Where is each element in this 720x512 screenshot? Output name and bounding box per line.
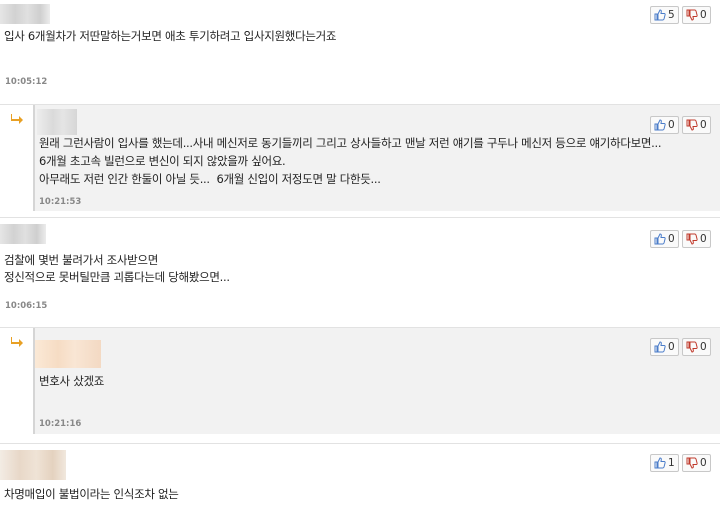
dislike-button[interactable]: 0	[682, 116, 711, 134]
reply-4: 변호사 샀겠죠 10:21:16 0 0	[0, 328, 720, 438]
avatar	[0, 4, 50, 24]
dislike-button[interactable]: 0	[682, 454, 711, 472]
thumbs-up-icon	[654, 233, 666, 245]
like-button[interactable]: 1	[650, 454, 679, 472]
thumbs-down-icon	[686, 233, 698, 245]
thumbs-down-icon	[686, 457, 698, 469]
comment-5: 1 0 차명매입이 불법이라는 인식조차 없는	[0, 444, 720, 512]
like-button[interactable]: 0	[650, 338, 679, 356]
dislike-count: 0	[700, 341, 707, 353]
reply-box: 원래 그런사람이 입사를 했는데...사내 메신저로 동기들끼리 그리고 상사들…	[33, 105, 720, 211]
comment-time: 10:21:16	[39, 419, 82, 429]
comment-text: 변호사 샀겠죠	[39, 374, 105, 388]
dislike-count: 0	[700, 9, 707, 21]
comment-time: 10:05:12	[5, 77, 48, 87]
reply-arrow-icon	[11, 114, 23, 124]
comment-time: 10:06:15	[5, 301, 48, 311]
comment-1: 5 0 입사 6개월차가 저딴말하는거보면 애초 투기하려고 입사지원했다는거죠…	[0, 0, 720, 104]
like-button[interactable]: 0	[650, 230, 679, 248]
reply-box: 변호사 샀겠죠 10:21:16	[33, 328, 720, 434]
thumbs-down-icon	[686, 9, 698, 21]
comment-text-line: 검찰에 몇번 불려가서 조사받으면	[4, 253, 158, 267]
thumbs-up-icon	[654, 457, 666, 469]
dislike-button[interactable]: 0	[682, 6, 711, 24]
dislike-count: 0	[700, 233, 707, 245]
like-button[interactable]: 5	[650, 6, 679, 24]
comment-text-line: 아무래도 저런 인간 한둘이 아닐 듯... 6개월 신입이 저정도면 말 다한…	[39, 172, 381, 186]
thumbs-up-icon	[654, 9, 666, 21]
thumbs-down-icon	[686, 341, 698, 353]
thumbs-up-icon	[654, 341, 666, 353]
thumbs-down-icon	[686, 119, 698, 131]
like-count: 0	[668, 119, 675, 131]
like-count: 0	[668, 341, 675, 353]
avatar	[37, 109, 77, 135]
like-count: 5	[668, 9, 675, 21]
dislike-button[interactable]: 0	[682, 338, 711, 356]
comment-text-line: 6개월 초고속 빌런으로 변신이 되지 않았을까 싶어요.	[39, 154, 286, 168]
comment-text-line: 정신적으로 못버틸만큼 괴롭다는데 당해봤으면...	[4, 270, 230, 284]
avatar	[0, 224, 46, 244]
dislike-count: 0	[700, 457, 707, 469]
dislike-count: 0	[700, 119, 707, 131]
thumbs-up-icon	[654, 119, 666, 131]
like-count: 0	[668, 233, 675, 245]
comment-3: 0 0 검찰에 몇번 불려가서 조사받으면 정신적으로 못버틸만큼 괴롭다는데 …	[0, 218, 720, 326]
like-button[interactable]: 0	[650, 116, 679, 134]
dislike-button[interactable]: 0	[682, 230, 711, 248]
reply-arrow-icon	[11, 337, 23, 347]
avatar	[35, 340, 101, 368]
comment-time: 10:21:53	[39, 197, 82, 207]
reply-2: 원래 그런사람이 입사를 했는데...사내 메신저로 동기들끼리 그리고 상사들…	[0, 105, 720, 216]
comment-text-line: 원래 그런사람이 입사를 했는데...사내 메신저로 동기들끼리 그리고 상사들…	[39, 136, 662, 150]
avatar	[0, 450, 66, 480]
comment-text: 차명매입이 불법이라는 인식조차 없는	[4, 487, 179, 501]
like-count: 1	[668, 457, 675, 469]
comment-text: 입사 6개월차가 저딴말하는거보면 애초 투기하려고 입사지원했다는거죠	[4, 29, 337, 43]
